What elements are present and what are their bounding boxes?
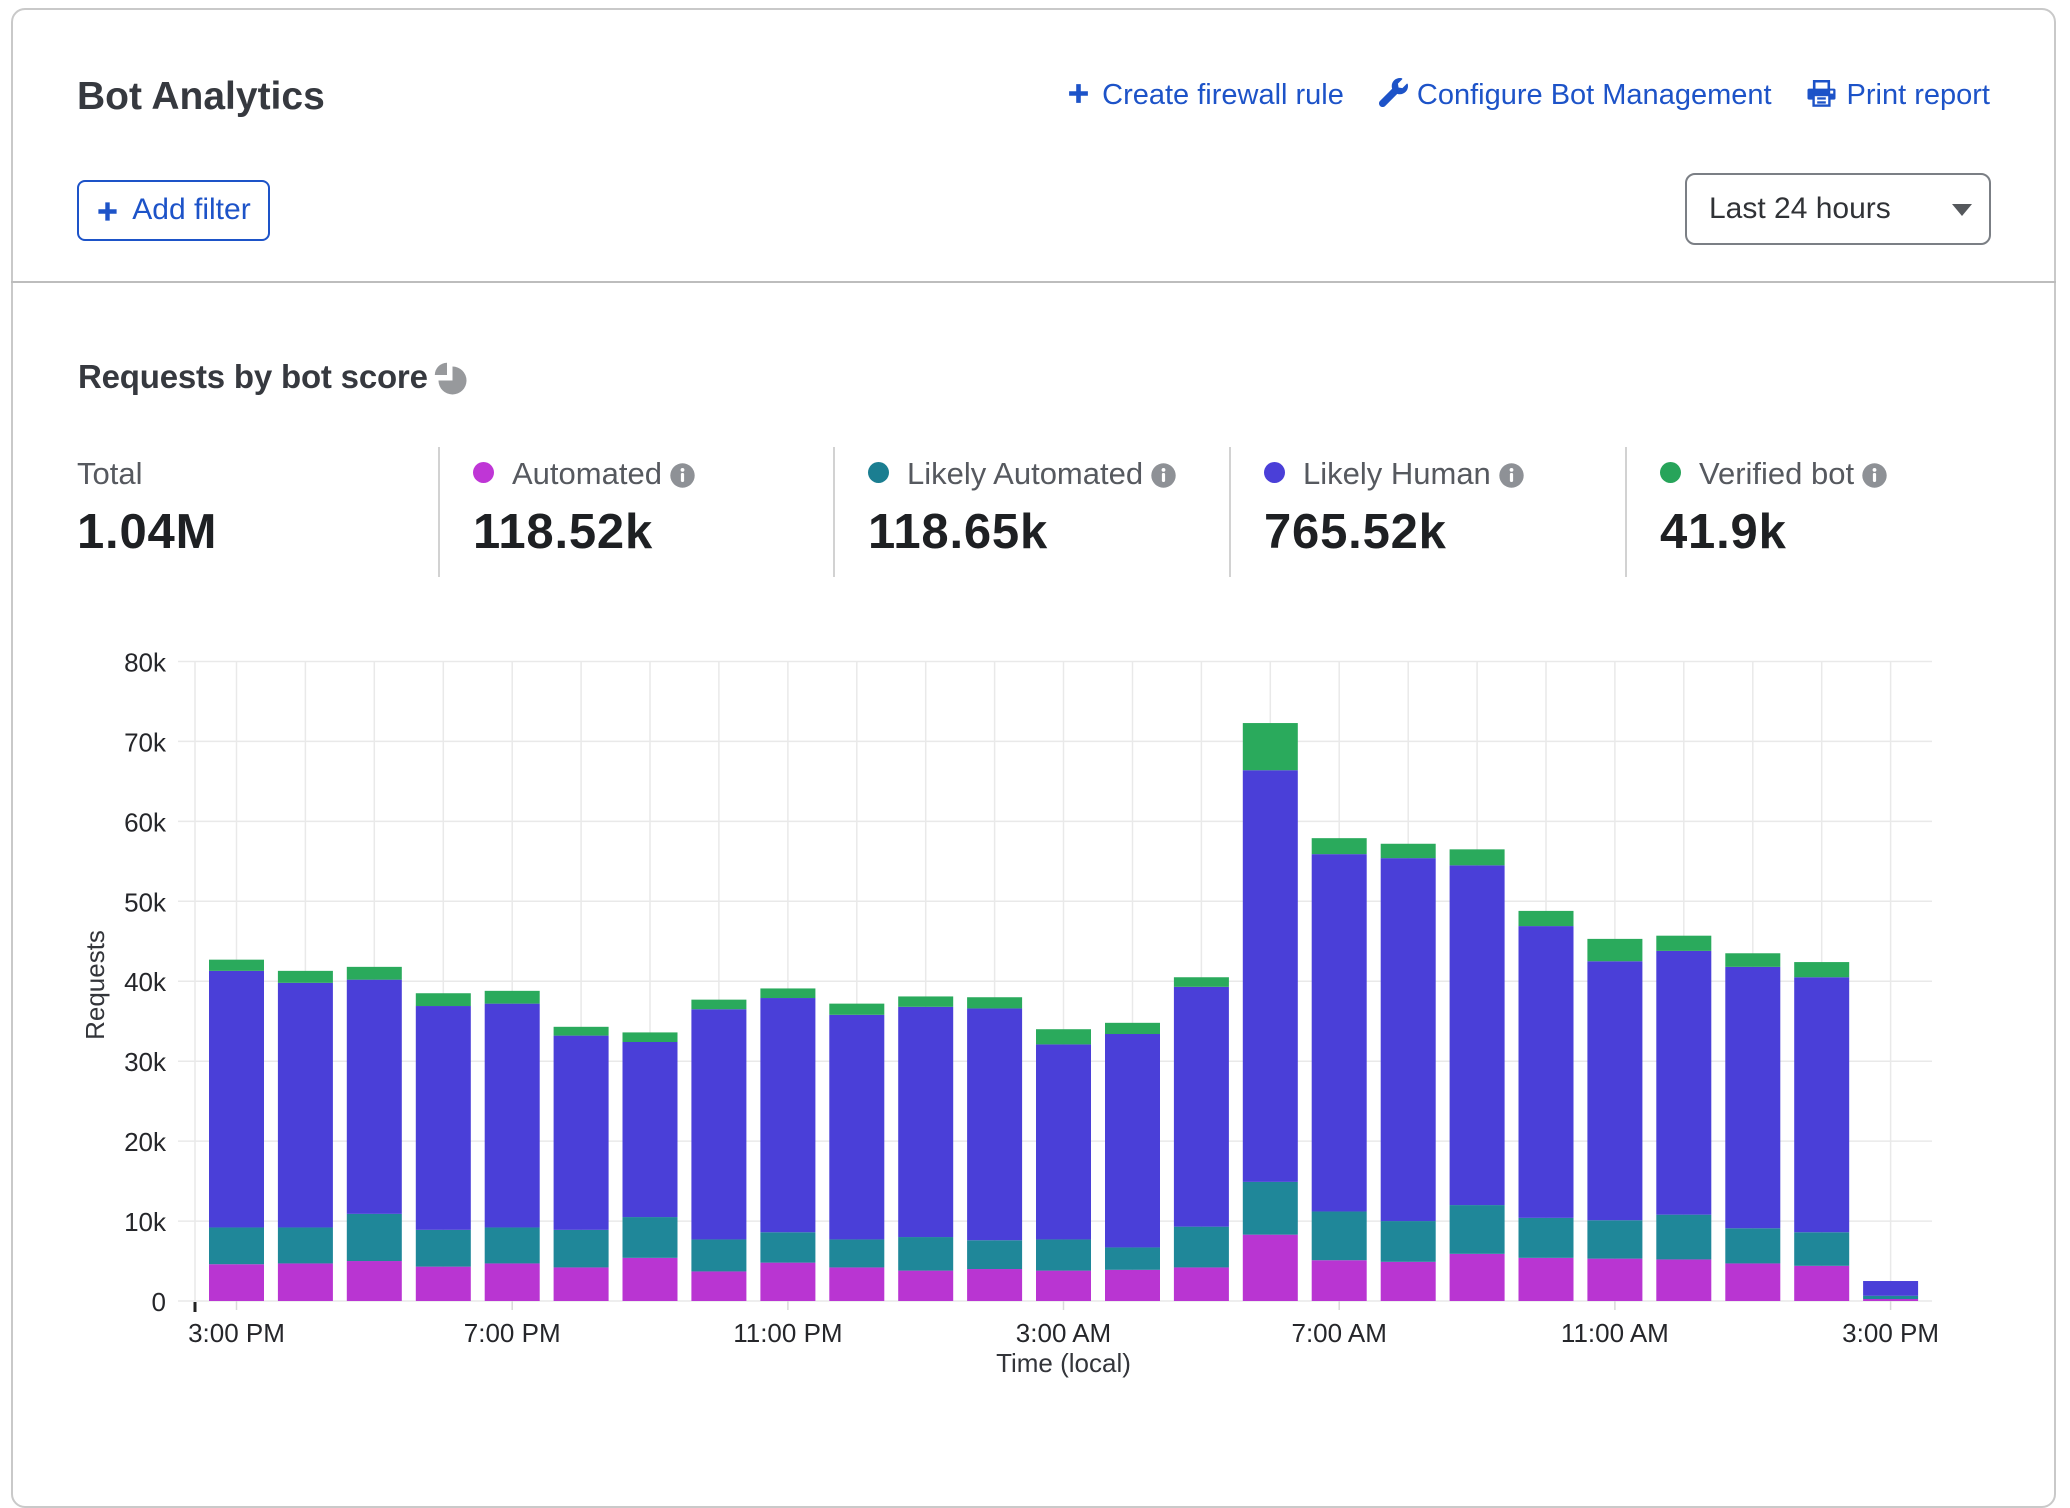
svg-text:80k: 80k	[124, 648, 167, 678]
svg-text:50k: 50k	[124, 887, 167, 917]
svg-text:11:00 AM: 11:00 AM	[1561, 1318, 1669, 1348]
svg-text:20k: 20k	[124, 1127, 167, 1157]
svg-text:40k: 40k	[124, 967, 167, 997]
svg-text:7:00 AM: 7:00 AM	[1291, 1318, 1386, 1348]
svg-text:10k: 10k	[124, 1207, 167, 1237]
svg-text:11:00 PM: 11:00 PM	[733, 1318, 842, 1348]
svg-text:3:00 AM: 3:00 AM	[1016, 1318, 1111, 1348]
svg-text:Requests: Requests	[80, 930, 110, 1040]
svg-text:60k: 60k	[124, 807, 167, 837]
svg-text:3:00 PM: 3:00 PM	[188, 1318, 285, 1348]
svg-text:0: 0	[152, 1287, 166, 1317]
svg-text:70k: 70k	[124, 727, 167, 757]
svg-text:30k: 30k	[124, 1047, 167, 1077]
svg-text:Time (local): Time (local)	[996, 1348, 1131, 1378]
svg-text:7:00 PM: 7:00 PM	[464, 1318, 561, 1348]
svg-text:3:00 PM: 3:00 PM	[1842, 1318, 1939, 1348]
